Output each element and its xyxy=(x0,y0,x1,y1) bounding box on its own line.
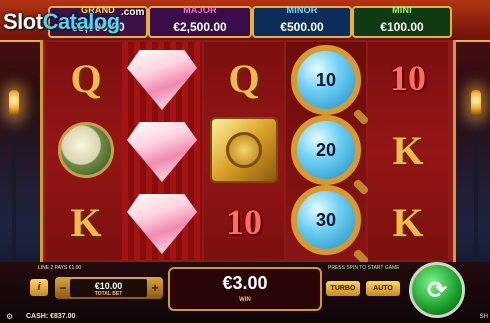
symbol-q: Q xyxy=(70,55,102,101)
jackpot-minor: MINOR €500.00 xyxy=(252,5,352,38)
jackpot-major-label: MAJOR xyxy=(183,5,217,15)
diamond-icon xyxy=(122,44,202,116)
jackpot-minor-value: €500.00 xyxy=(280,20,324,34)
lamp-post-right xyxy=(474,110,478,260)
settings-gear-icon[interactable]: ⚙ xyxy=(6,312,13,321)
magnifier-icon: 20 xyxy=(286,114,366,186)
jackpot-mini-value: €100.00 xyxy=(380,20,424,34)
bet-selector: − €10.00 TOTAL BET + xyxy=(55,277,163,299)
spin-icon: ⟳ xyxy=(426,276,448,304)
reel-2 xyxy=(122,42,202,260)
jackpot-mini-label: MINI xyxy=(392,5,412,15)
watermark-suffix: .com xyxy=(121,7,145,18)
cash-balance: CASH: €837.00 xyxy=(26,313,76,320)
reel-4: 10 20 30 xyxy=(286,42,366,260)
footer-right-text: SH xyxy=(479,314,488,320)
auto-button[interactable]: AUTO xyxy=(366,281,400,296)
pocket-watch-icon xyxy=(46,114,126,186)
street-lamp-right xyxy=(471,90,481,116)
symbol-q: Q xyxy=(228,55,260,101)
watermark-logo: SlotCatalog xyxy=(3,9,120,34)
jackpot-major: MAJOR €2,500.00 xyxy=(148,5,252,38)
bet-value: €10.00 xyxy=(94,281,123,291)
info-button[interactable]: i xyxy=(30,279,48,296)
reel-5: 10 K K xyxy=(368,42,448,260)
spin-button[interactable]: ⟳ xyxy=(409,262,465,318)
turbo-button[interactable]: TURBO xyxy=(326,281,360,296)
magnifier-icon: 10 xyxy=(286,44,366,116)
vault-icon xyxy=(204,114,284,186)
reel-1: Q K xyxy=(46,42,126,260)
symbol-10: 10 xyxy=(390,58,426,98)
jackpot-major-value: €2,500.00 xyxy=(173,20,227,34)
win-value: €3.00 xyxy=(222,273,268,293)
symbol-10: 10 xyxy=(226,202,262,242)
payline-info: LINE 2 PAYS €1.00 xyxy=(38,265,82,271)
street-lamp-left xyxy=(9,90,19,116)
bet-increase-button[interactable]: + xyxy=(149,281,161,295)
bet-display: €10.00 TOTAL BET xyxy=(70,279,147,297)
bet-label: TOTAL BET xyxy=(94,291,123,297)
spin-message: PRESS SPIN TO START GAME xyxy=(328,265,400,271)
diamond-icon xyxy=(122,116,202,188)
symbol-k: K xyxy=(392,199,424,245)
reel-3: Q 10 xyxy=(204,42,284,260)
win-display: €3.00 WIN xyxy=(168,267,322,311)
symbol-k: K xyxy=(392,127,424,173)
diamond-icon xyxy=(122,188,202,260)
jackpot-mini: MINI €100.00 xyxy=(352,5,452,38)
win-label: WIN xyxy=(239,297,251,303)
symbol-k: K xyxy=(70,199,102,245)
lamp-post-left xyxy=(12,110,16,260)
bet-decrease-button[interactable]: − xyxy=(57,281,69,295)
jackpot-minor-label: MINOR xyxy=(286,5,318,15)
magnifier-icon: 30 xyxy=(286,184,366,256)
